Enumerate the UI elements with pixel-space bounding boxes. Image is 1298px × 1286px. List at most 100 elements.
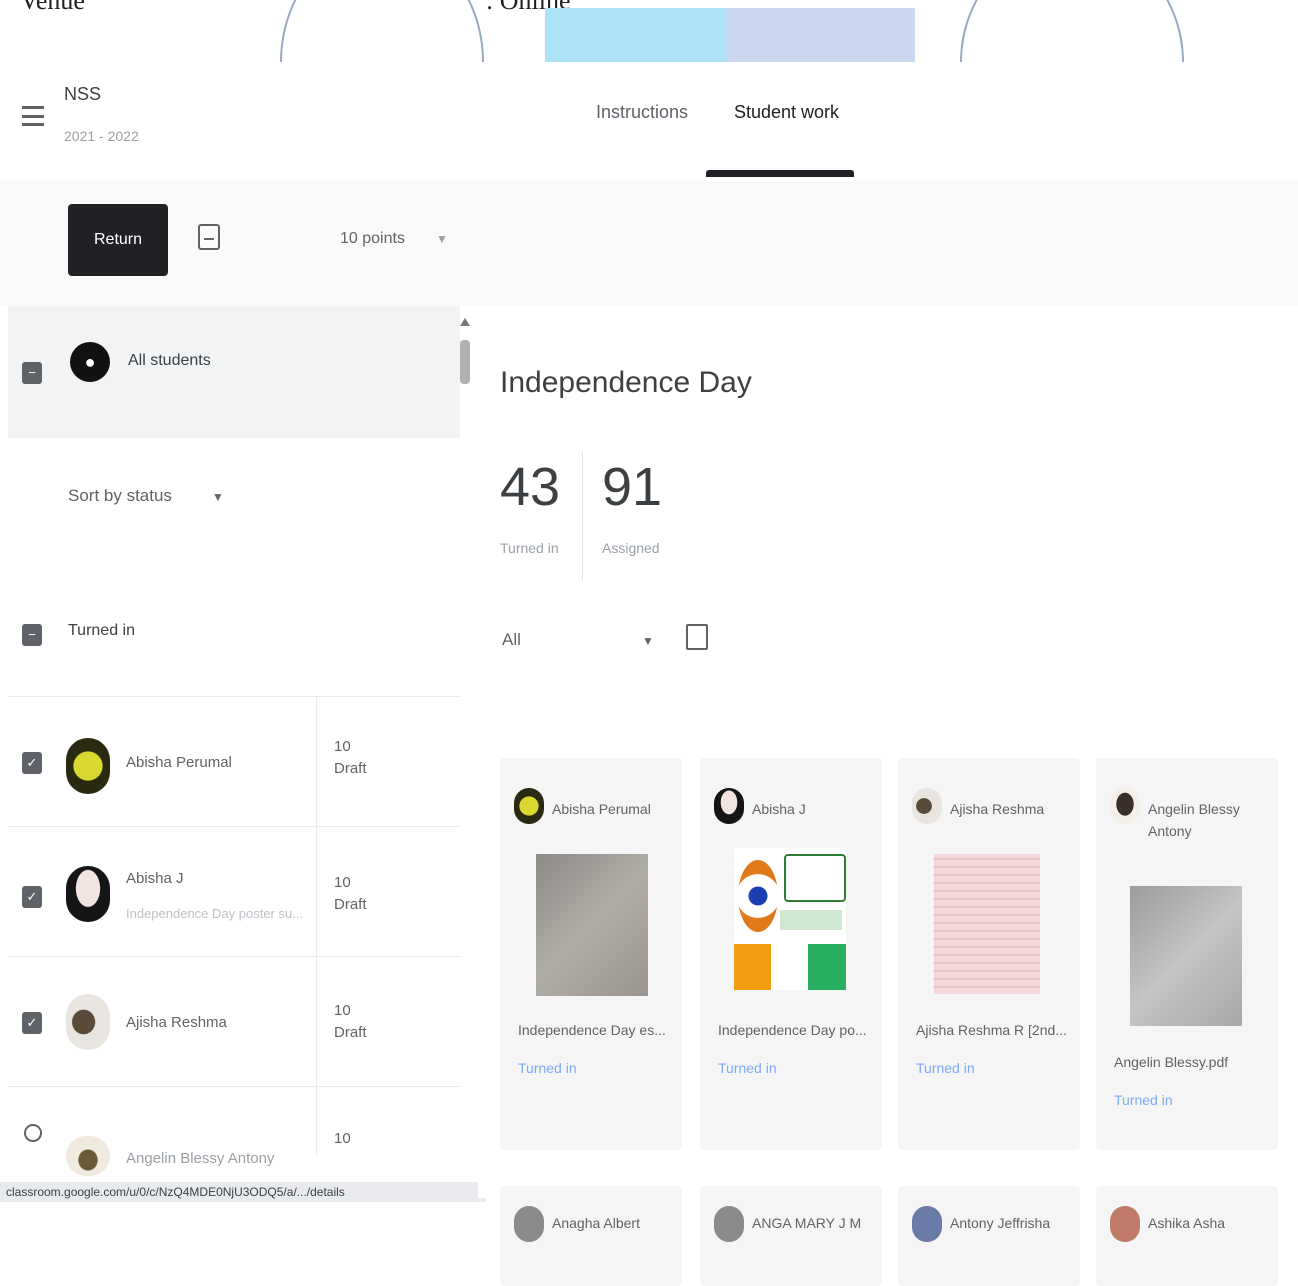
turned-in-count: 43	[500, 457, 561, 517]
submission-card[interactable]: Angelin Blessy Antony Angelin Blessy.pdf…	[1096, 758, 1278, 1150]
group-icon: ●	[70, 342, 110, 382]
checkbox-icon[interactable]: ✓	[22, 886, 42, 908]
student-grade: 10 Draft	[334, 738, 367, 777]
avatar	[1110, 788, 1140, 824]
card-status: Turned in	[1114, 1092, 1173, 1108]
student-grade: 10 Draft	[334, 1002, 367, 1041]
toolbar: Return 10 points ▼	[0, 180, 1298, 306]
student-row[interactable]: ✓ Abisha Perumal 10 Draft	[8, 696, 460, 826]
card-student-name: Abisha Perumal	[552, 801, 651, 817]
card-student-name: ANGA MARY J M	[752, 1215, 862, 1231]
venue-label: Venue	[20, 0, 85, 15]
checkbox-icon[interactable]: ✓	[22, 752, 42, 774]
avatar	[1110, 1206, 1140, 1242]
sort-select[interactable]: Sort by status	[68, 486, 172, 506]
submission-card[interactable]: Abisha J Independence Day po... Turned i…	[700, 758, 882, 1150]
card-status: Turned in	[518, 1060, 577, 1076]
top-bar: NSS 2021 - 2022 Instructions Student wor…	[0, 62, 1298, 181]
student-row[interactable]: ✓ Ajisha Reshma 10 Draft	[8, 956, 460, 1086]
card-student-name: Ajisha Reshma	[950, 801, 1045, 817]
all-students-label: All students	[128, 352, 211, 369]
avatar	[66, 1136, 110, 1176]
chevron-down-icon[interactable]: ▼	[642, 634, 654, 648]
submission-card[interactable]: Ashika Asha	[1096, 1186, 1278, 1286]
poster-frame	[784, 854, 846, 902]
assignment-title: Independence Day	[500, 366, 752, 399]
card-file-name: Angelin Blessy.pdf	[1114, 1054, 1229, 1070]
card-student-name: Ashika Asha	[1148, 1215, 1226, 1231]
tab-instructions[interactable]: Instructions	[596, 102, 688, 123]
menu-icon[interactable]	[22, 106, 44, 126]
avatar	[514, 1206, 544, 1242]
status-bar-url: classroom.google.com/u/0/c/NzQ4MDE0NjU3O…	[0, 1182, 486, 1202]
class-name[interactable]: NSS	[64, 84, 101, 105]
clock-icon	[24, 1124, 42, 1142]
student-grade: 10 Draft	[334, 874, 367, 913]
avatar	[66, 994, 110, 1050]
chevron-down-icon[interactable]: ▼	[436, 232, 448, 246]
submission-card[interactable]: ANGA MARY J M	[700, 1186, 882, 1286]
card-student-name: Angelin Blessy Antony	[1148, 801, 1240, 839]
submission-card[interactable]: Anagha Albert	[500, 1186, 682, 1286]
card-status: Turned in	[916, 1060, 975, 1076]
submission-thumbnail[interactable]	[1130, 886, 1242, 1026]
student-name: Abisha Perumal	[126, 754, 232, 771]
avatar	[714, 788, 744, 824]
avatar	[912, 1206, 942, 1242]
student-row[interactable]: ✓ Abisha J Independence Day poster su...…	[8, 826, 460, 956]
tab-student-work[interactable]: Student work	[734, 102, 839, 123]
card-file-name: Independence Day es...	[518, 1022, 666, 1038]
seal-arc	[280, 0, 484, 62]
all-students-row[interactable]: − ● All students	[8, 306, 460, 438]
student-name: Angelin Blessy Antony	[126, 1150, 275, 1167]
assigned-label: Assigned	[602, 540, 660, 556]
points-select[interactable]: 10 points	[340, 230, 405, 248]
checkbox-icon[interactable]: ✓	[22, 1012, 42, 1034]
chevron-down-icon[interactable]: ▼	[212, 490, 224, 504]
flag-emblem	[738, 860, 778, 932]
document-header: Venue : Online	[0, 0, 1298, 62]
scrollbar[interactable]	[460, 340, 470, 384]
submission-card[interactable]: Abisha Perumal Independence Day es... Tu…	[500, 758, 682, 1150]
avatar	[514, 788, 544, 824]
submission-card[interactable]: Antony Jeffrisha	[898, 1186, 1080, 1286]
avatar	[66, 738, 110, 794]
submission-thumbnail[interactable]	[734, 848, 846, 990]
folder-icon[interactable]	[686, 624, 708, 650]
student-name: Ajisha Reshma	[126, 1014, 227, 1031]
card-file-name: Ajisha Reshma R [2nd...	[916, 1022, 1067, 1038]
card-student-name: Abisha J	[752, 801, 806, 817]
assignment-panel: Independence Day 43 Turned in 91 Assigne…	[478, 306, 1298, 1286]
student-attachment: Independence Day poster su...	[126, 906, 304, 921]
flag-image	[545, 8, 915, 62]
student-list-panel: − ● All students Sort by status ▼ − Turn…	[0, 306, 486, 1202]
card-file-name: Independence Day po...	[718, 1022, 867, 1038]
return-button[interactable]: Return	[68, 204, 168, 276]
turned-in-label: Turned in	[500, 540, 559, 556]
classroom-app: NSS 2021 - 2022 Instructions Student wor…	[0, 62, 1298, 1286]
class-year: 2021 - 2022	[64, 128, 139, 144]
seal-arc	[960, 0, 1184, 62]
active-tab-indicator	[706, 170, 854, 177]
student-name: Abisha J	[126, 870, 184, 887]
scroll-up-icon[interactable]	[460, 318, 470, 326]
group-heading: Turned in	[68, 622, 135, 639]
filter-select[interactable]: All	[502, 630, 521, 650]
avatar	[66, 866, 110, 922]
poster-text-band	[780, 910, 842, 930]
checkbox-icon[interactable]: −	[22, 624, 42, 646]
divider	[582, 452, 583, 580]
submission-thumbnail[interactable]	[536, 854, 648, 996]
submission-thumbnail[interactable]	[934, 854, 1040, 994]
avatar	[912, 788, 942, 824]
submission-card[interactable]: Ajisha Reshma Ajisha Reshma R [2nd... Tu…	[898, 758, 1080, 1150]
avatar	[714, 1206, 744, 1242]
card-student-name: Anagha Albert	[552, 1215, 640, 1231]
tricolor-band	[734, 944, 846, 990]
student-grade: 10	[334, 1130, 351, 1147]
email-icon[interactable]	[198, 224, 220, 250]
assigned-count: 91	[602, 457, 663, 517]
card-student-name: Antony Jeffrisha	[950, 1215, 1051, 1231]
card-status: Turned in	[718, 1060, 777, 1076]
checkbox-icon[interactable]: −	[22, 362, 42, 384]
